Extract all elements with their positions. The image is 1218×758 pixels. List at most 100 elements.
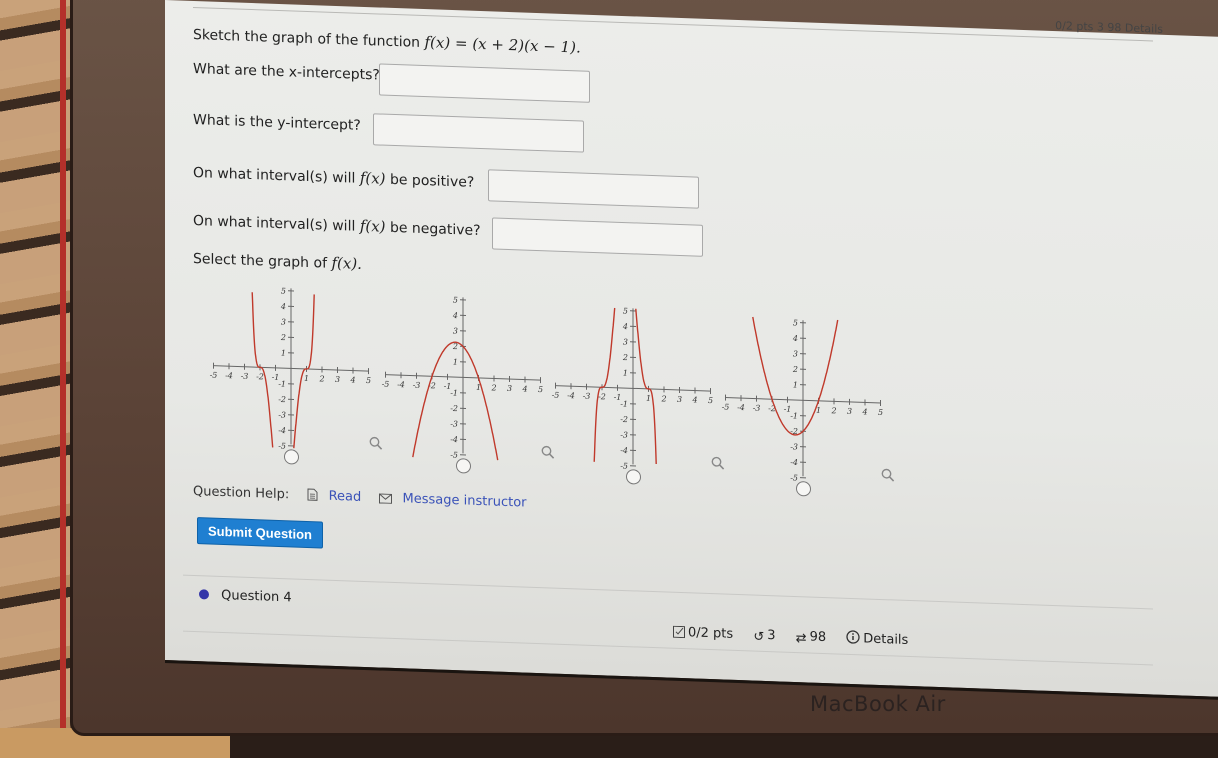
repeat-icon: ⇄ bbox=[796, 631, 807, 646]
checkbox-icon bbox=[673, 626, 685, 642]
y-tick-label: -1 bbox=[278, 379, 286, 388]
x-intercepts-input[interactable] bbox=[379, 63, 590, 102]
y-intercept-question: What is the y-intercept? bbox=[193, 112, 361, 134]
y-tick-label: -2 bbox=[278, 395, 286, 404]
y-tick-label: -4 bbox=[790, 458, 798, 467]
retries-value: 3 bbox=[767, 628, 775, 643]
x-tick-label: -4 bbox=[397, 380, 405, 389]
y-tick-label: 1 bbox=[793, 380, 798, 389]
y-tick-label: 1 bbox=[281, 349, 286, 358]
prompt-text: Sketch the graph of the function bbox=[193, 27, 420, 51]
y-tick-label: -4 bbox=[278, 426, 286, 435]
submit-question-button[interactable]: Submit Question bbox=[197, 517, 323, 548]
attempts-group: ⇄98 bbox=[796, 629, 839, 645]
positive-interval-label: On what interval(s) will f(x) be positiv… bbox=[193, 163, 474, 191]
graph-svg-b: -5-5-4-4-3-3-2-2-1-11122334455 bbox=[383, 293, 543, 459]
graph-option-a: -5-5-4-4-3-3-2-2-1-11122334455 bbox=[211, 284, 381, 490]
y-tick-label: -5 bbox=[278, 441, 286, 450]
document-icon bbox=[307, 488, 318, 505]
graph-option-c: -5-5-4-4-3-3-2-2-1-11122334455 bbox=[553, 304, 723, 510]
y-tick-label: 4 bbox=[280, 302, 286, 311]
graph-option-d: -5-5-4-4-3-3-2-2-1-11122334455 bbox=[723, 315, 893, 521]
x-tick-label: 2 bbox=[490, 383, 496, 392]
help-label: Question Help: bbox=[193, 484, 289, 502]
x-tick-label: -5 bbox=[722, 402, 730, 411]
x-tick-label: -3 bbox=[753, 404, 761, 413]
select-prefix: Select the graph of bbox=[193, 251, 327, 272]
x-tick-label: 4 bbox=[349, 375, 355, 384]
x-tick-label: 2 bbox=[830, 406, 836, 415]
positive-prefix: On what interval(s) will bbox=[193, 165, 355, 187]
message-instructor-link[interactable]: Message instructor bbox=[403, 491, 527, 510]
y-tick-label: 1 bbox=[453, 358, 458, 367]
graph-svg-c: -5-5-4-4-3-3-2-2-1-11122334455 bbox=[553, 304, 713, 470]
x-tick-label: 3 bbox=[847, 407, 852, 416]
next-question-header: Question 4 bbox=[199, 587, 292, 605]
retry-icon: ↺ bbox=[753, 630, 764, 645]
retries-group: ↺3 bbox=[753, 628, 787, 644]
y-tick-label: 3 bbox=[453, 327, 458, 336]
magnifier-icon[interactable] bbox=[369, 435, 383, 449]
y-intercept-input[interactable] bbox=[373, 113, 584, 152]
magnifier-icon[interactable] bbox=[881, 467, 895, 481]
y-tick-label: 2 bbox=[792, 365, 798, 374]
x-tick-label: 5 bbox=[366, 376, 371, 385]
negative-interval-input[interactable] bbox=[492, 217, 703, 256]
next-question-title: Question 4 bbox=[221, 588, 292, 605]
y-intercept-label: What is the y-intercept? bbox=[193, 112, 361, 134]
y-tick-label: 3 bbox=[281, 318, 286, 327]
x-tick-label: 5 bbox=[878, 408, 883, 417]
negative-suffix: be negative? bbox=[390, 220, 481, 239]
x-tick-label: 2 bbox=[660, 394, 666, 403]
y-tick-label: 5 bbox=[453, 296, 458, 305]
previous-question-meta: 0/2 pts 3 98 Details bbox=[1055, 19, 1163, 36]
y-tick-label: -5 bbox=[450, 450, 458, 459]
y-tick-label: 3 bbox=[623, 337, 628, 346]
graph-option-b: -5-5-4-4-3-3-2-2-1-11122334455 bbox=[383, 293, 553, 499]
negative-prefix: On what interval(s) will bbox=[193, 213, 355, 235]
y-tick-label: 5 bbox=[281, 287, 286, 296]
graph-radio-c[interactable] bbox=[626, 469, 641, 485]
graph-radio-d[interactable] bbox=[796, 481, 811, 497]
graph-radio-b[interactable] bbox=[456, 458, 471, 474]
x-tick-label: 3 bbox=[507, 384, 512, 393]
positive-interval-input[interactable] bbox=[488, 169, 699, 208]
negative-math: f(x) bbox=[360, 217, 386, 236]
points-value: 0/2 pts bbox=[688, 625, 733, 642]
positive-suffix: be positive? bbox=[390, 172, 474, 191]
y-tick-label: 4 bbox=[622, 322, 628, 331]
info-icon bbox=[846, 630, 860, 648]
x-tick-label: 4 bbox=[691, 395, 697, 404]
graph-svg-d: -5-5-4-4-3-3-2-2-1-11122334455 bbox=[723, 315, 883, 481]
positive-math: f(x) bbox=[360, 169, 386, 188]
details-link[interactable]: Details bbox=[863, 631, 908, 648]
x-tick-label: -2 bbox=[598, 392, 606, 401]
x-tick-label: 5 bbox=[708, 396, 713, 405]
read-link[interactable]: Read bbox=[329, 489, 362, 505]
y-tick-label: -4 bbox=[620, 446, 628, 455]
y-tick-label: -1 bbox=[450, 388, 458, 397]
y-tick-label: -4 bbox=[450, 435, 458, 444]
y-tick-label: 5 bbox=[623, 306, 628, 315]
x-tick-label: -5 bbox=[552, 391, 560, 400]
x-tick-label: 3 bbox=[677, 395, 682, 404]
x-tick-label: 2 bbox=[318, 374, 324, 383]
x-tick-label: -3 bbox=[413, 381, 421, 390]
x-tick-label: 1 bbox=[646, 394, 651, 403]
attempts-value: 98 bbox=[810, 630, 827, 646]
y-tick-label: -3 bbox=[450, 419, 458, 428]
y-tick-label: 5 bbox=[793, 318, 798, 327]
graph-radio-a[interactable] bbox=[284, 449, 299, 465]
details-group[interactable]: Details bbox=[846, 631, 916, 648]
background-carpet bbox=[0, 0, 70, 752]
background-stripe bbox=[60, 0, 66, 752]
function-formula: f(x) = (x + 2)(x − 1). bbox=[425, 33, 581, 56]
x-tick-label: -5 bbox=[382, 380, 390, 389]
device-brand-label: MacBook Air bbox=[810, 692, 946, 716]
y-tick-label: -3 bbox=[278, 410, 286, 419]
divider-top bbox=[183, 575, 1153, 610]
y-tick-label: 1 bbox=[623, 368, 628, 377]
y-tick-label: -2 bbox=[620, 415, 628, 424]
x-tick-label: -4 bbox=[225, 371, 233, 380]
x-tick-label: -2 bbox=[256, 372, 264, 381]
